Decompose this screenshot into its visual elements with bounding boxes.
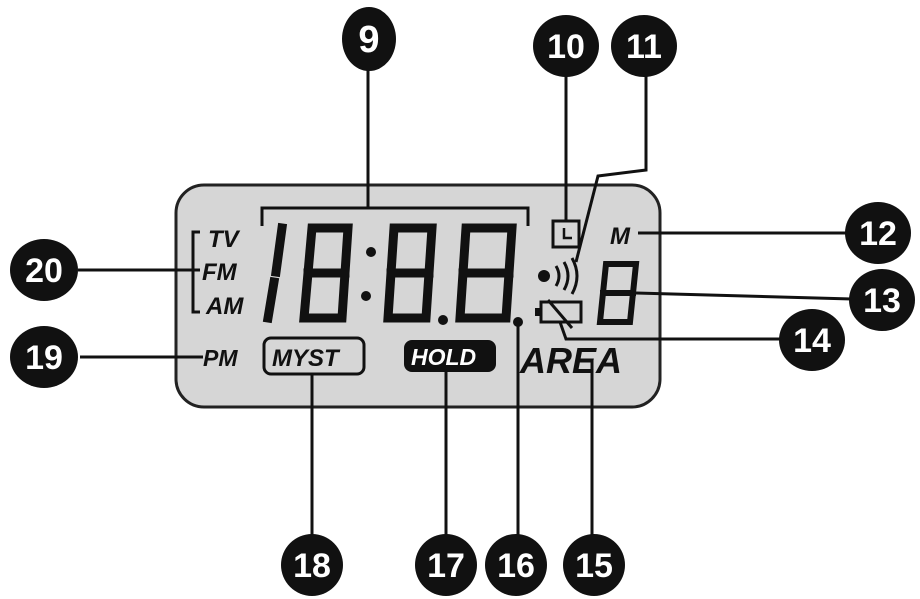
svg-text:16: 16	[497, 547, 535, 585]
svg-text:17: 17	[427, 547, 465, 585]
callout-16: 16	[485, 534, 547, 596]
decimal-point	[438, 315, 448, 325]
colon-dot-bottom	[361, 291, 371, 301]
myst-label: MYST	[272, 345, 341, 372]
svg-text:11: 11	[626, 28, 662, 66]
memory-label: M	[610, 223, 631, 250]
svg-text:9: 9	[358, 19, 379, 61]
svg-text:19: 19	[25, 339, 63, 377]
callout-10: 10	[533, 15, 599, 77]
diagram-stage: TV FM AM PM M MYST HOLD AREA 9 10 11 12 …	[0, 0, 920, 599]
callout-20: 20	[10, 239, 78, 301]
callout-9: 9	[342, 7, 396, 71]
svg-text:15: 15	[575, 547, 613, 585]
band-label-fm: FM	[202, 259, 238, 286]
svg-text:14: 14	[793, 322, 831, 360]
area-label: AREA	[519, 340, 622, 381]
callout-15: 15	[563, 534, 625, 596]
svg-text:10: 10	[547, 28, 585, 66]
callout-13: 13	[849, 269, 915, 331]
callout-14: 14	[779, 309, 845, 371]
colon-dot-top	[366, 247, 376, 257]
svg-text:12: 12	[859, 215, 897, 253]
svg-text:18: 18	[293, 547, 331, 585]
svg-text:20: 20	[25, 252, 63, 290]
callout-17: 17	[415, 534, 477, 596]
leader-13	[635, 291, 853, 301]
band-label-tv: TV	[208, 226, 241, 253]
band-label-am: AM	[205, 293, 244, 320]
lcd-diagram: TV FM AM PM M MYST HOLD AREA 9 10 11 12 …	[10, 7, 915, 596]
svg-text:13: 13	[863, 282, 901, 320]
callout-11: 11	[611, 15, 677, 77]
pm-label: PM	[203, 345, 238, 371]
callout-19: 19	[10, 326, 78, 388]
callout-18: 18	[281, 534, 343, 596]
hold-label: HOLD	[411, 344, 476, 370]
callout-12: 12	[845, 202, 911, 264]
